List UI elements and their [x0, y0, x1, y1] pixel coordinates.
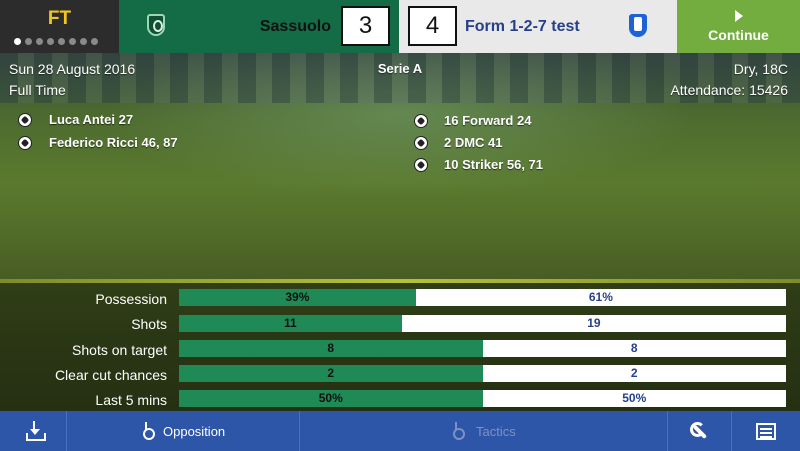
away-goal-text: 16 Forward 24 [444, 113, 532, 128]
match-status-full: Full Time [9, 82, 66, 98]
stat-away-value: 8 [482, 340, 786, 357]
attendance: Attendance: 15426 [670, 82, 788, 98]
home-goal-entry: Federico Ricci 46, 87 [18, 135, 178, 150]
home-goal-text: Luca Antei 27 [49, 112, 134, 127]
home-goal-entry: Luca Antei 27 [18, 112, 133, 127]
match-status-box: FT [0, 0, 119, 53]
stat-bar-shots-on-target: 8 8 [179, 340, 786, 357]
tactics-switch-icon [453, 422, 467, 440]
page-dot [58, 38, 65, 45]
page-dot [14, 38, 21, 45]
tools-button[interactable] [668, 411, 732, 451]
football-icon [414, 113, 428, 128]
stat-home-value: 11 [179, 315, 402, 332]
page-dot [69, 38, 76, 45]
football-icon [18, 112, 32, 127]
home-score: 3 [341, 6, 390, 46]
stat-bar-shots: 11 19 [179, 315, 786, 332]
page-dot [91, 38, 98, 45]
away-goal-text: 2 DMC 41 [444, 135, 503, 150]
bottom-toolbar: Opposition Tactics [0, 411, 800, 451]
list-menu-icon [756, 423, 776, 440]
tactics-switch-icon [143, 422, 157, 440]
stat-label-shots-on-target: Shots on target [72, 342, 167, 358]
tactics-button[interactable]: Tactics [300, 411, 668, 451]
stat-home-value: 50% [179, 390, 483, 407]
stat-bar-possession: 39% 61% [179, 289, 786, 306]
weather: Dry, 18C [733, 61, 788, 77]
away-goal-entry: 16 Forward 24 [414, 113, 531, 128]
menu-button[interactable] [732, 411, 800, 451]
stat-home-value: 8 [179, 340, 483, 357]
football-icon [414, 135, 428, 150]
stat-label-last-5-mins: Last 5 mins [95, 392, 167, 408]
stat-label-clear-cut-chances: Clear cut chances [54, 367, 167, 383]
stat-away-value: 2 [482, 365, 786, 382]
away-goal-text: 10 Striker 56, 71 [444, 157, 544, 172]
download-button[interactable] [0, 411, 67, 451]
continue-button[interactable]: Continue [677, 0, 800, 53]
stat-home-value: 2 [179, 365, 483, 382]
download-arrow-icon [30, 429, 40, 435]
blue-shield-crest-icon [629, 14, 647, 37]
stat-home-value: 39% [179, 289, 416, 306]
page-dot [47, 38, 54, 45]
tactics-label: Tactics [476, 424, 516, 439]
play-arrow-icon [735, 10, 743, 22]
stat-label-possession: Possession [95, 291, 167, 307]
away-team-name[interactable]: Form 1-2-7 test [465, 18, 580, 36]
stat-bar-last-5-mins: 50% 50% [179, 390, 786, 407]
away-goal-entry: 2 DMC 41 [414, 135, 503, 150]
page-dot [36, 38, 43, 45]
sassuolo-crest-icon [147, 14, 165, 36]
page-dot [25, 38, 32, 45]
stat-away-value: 61% [415, 289, 786, 306]
home-team-name[interactable]: Sassuolo [260, 18, 331, 36]
continue-label: Continue [708, 27, 769, 43]
away-score: 4 [408, 6, 457, 46]
score-header: FT Sassuolo 3 4 Form 1-2-7 test Continue [0, 0, 800, 53]
wrench-icon [690, 422, 710, 440]
page-indicator [14, 38, 98, 45]
football-icon [18, 135, 32, 150]
home-goal-text: Federico Ricci 46, 87 [49, 135, 178, 150]
page-dot [80, 38, 87, 45]
stat-away-value: 19 [401, 315, 786, 332]
stat-label-shots: Shots [131, 316, 167, 332]
stat-away-value: 50% [482, 390, 786, 407]
away-goal-entry: 10 Striker 56, 71 [414, 157, 543, 172]
competition-name: Serie A [377, 61, 423, 76]
stat-bar-clear-cut-chances: 2 2 [179, 365, 786, 382]
opposition-label: Opposition [163, 424, 226, 439]
opposition-button[interactable]: Opposition [67, 411, 300, 451]
football-icon [414, 157, 428, 172]
match-status-label: FT [47, 8, 72, 29]
